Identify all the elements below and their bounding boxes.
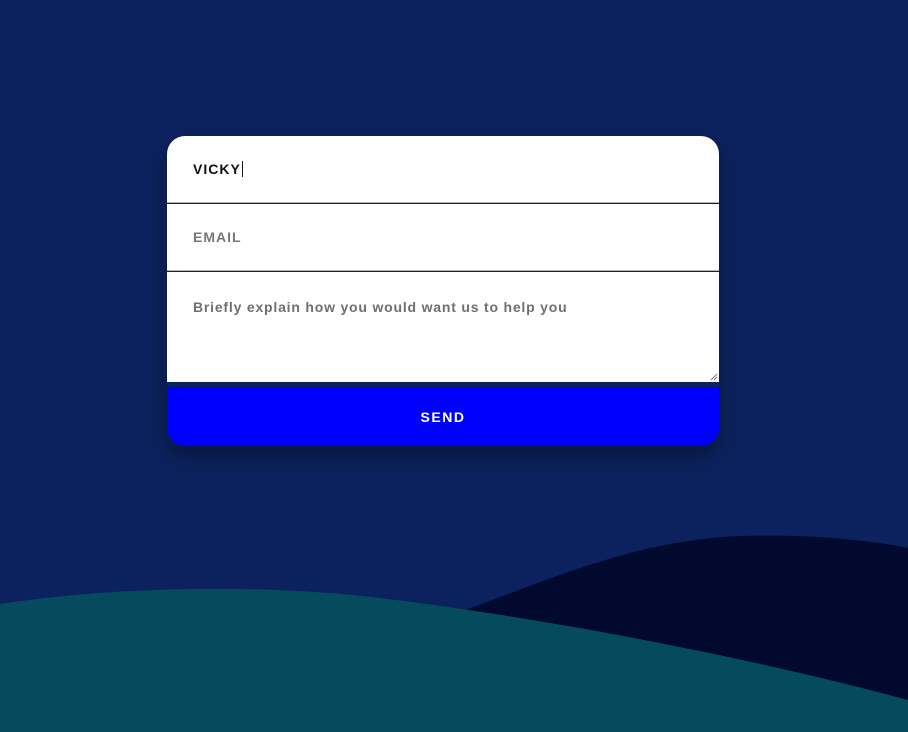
page-background: VICKY EMAIL Briefly explain how you woul… <box>0 0 908 732</box>
email-placeholder: EMAIL <box>193 229 242 245</box>
contact-form-card: VICKY EMAIL Briefly explain how you woul… <box>167 136 719 446</box>
name-field[interactable]: VICKY <box>167 136 719 203</box>
email-field[interactable]: EMAIL <box>167 204 719 271</box>
text-cursor <box>241 161 243 177</box>
send-button-label: SEND <box>420 408 466 425</box>
name-value: VICKY <box>193 161 241 177</box>
message-placeholder: Briefly explain how you would want us to… <box>193 299 568 315</box>
resize-handle-icon[interactable] <box>710 373 718 381</box>
message-field[interactable]: Briefly explain how you would want us to… <box>167 272 719 382</box>
send-button[interactable]: SEND <box>167 387 719 446</box>
